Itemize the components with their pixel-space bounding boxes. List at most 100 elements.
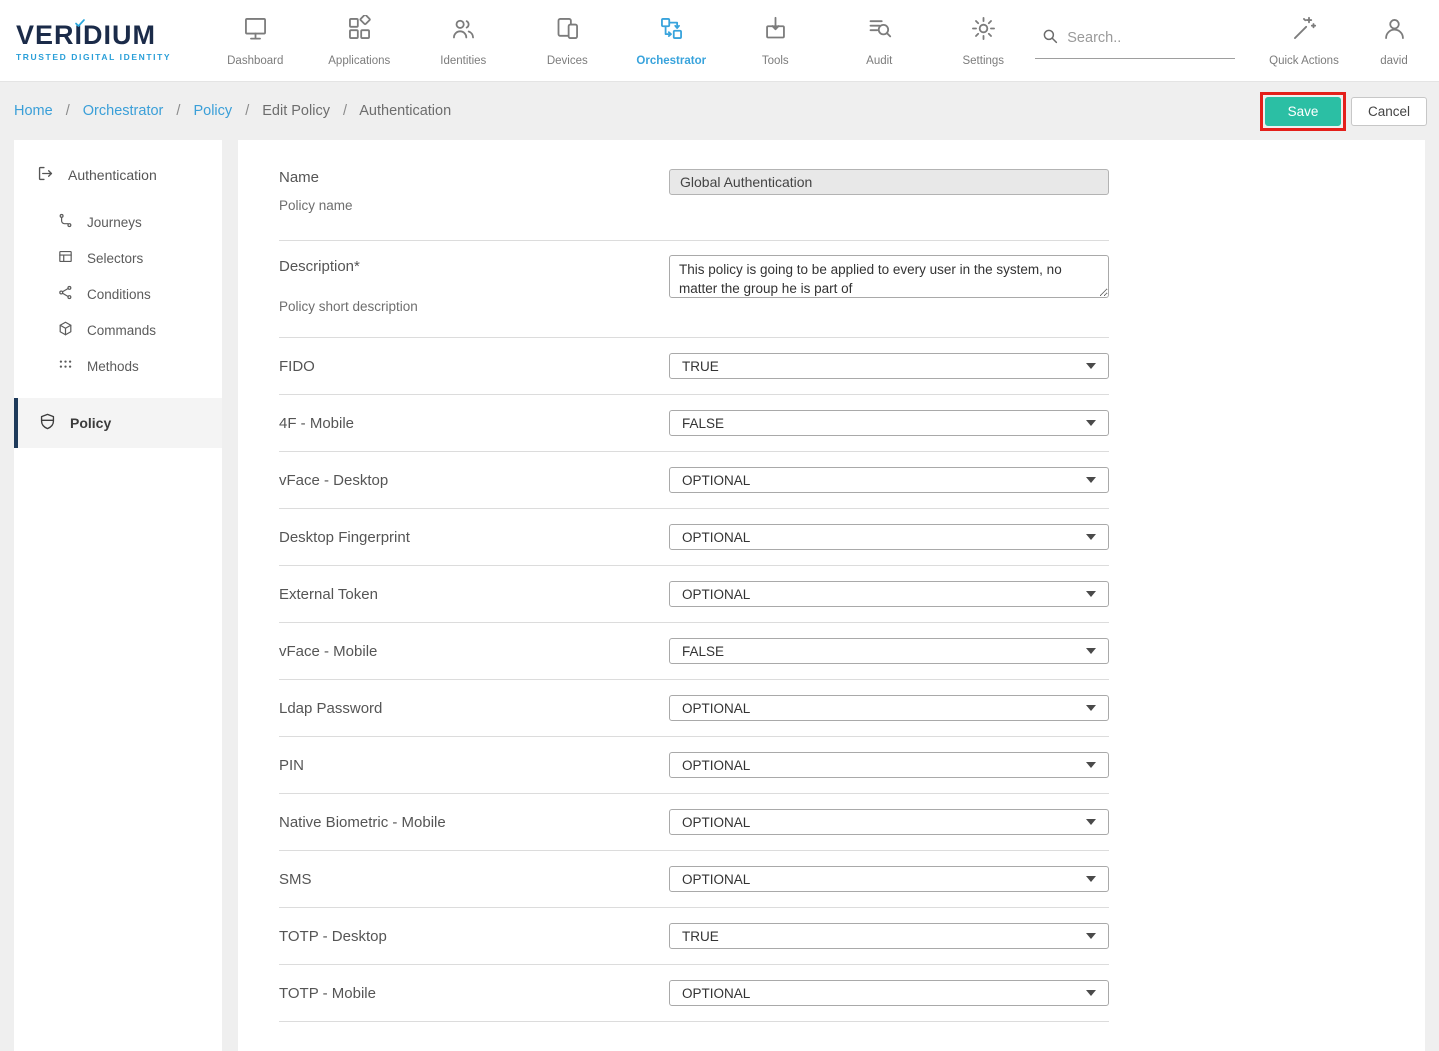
sidebar-item-label: Policy [70, 415, 111, 431]
divider [279, 1021, 1109, 1022]
form-row-name: Name Policy name [279, 169, 1109, 240]
nav-label: Orchestrator [636, 55, 706, 67]
4f-mobile-select[interactable]: FALSE [669, 410, 1109, 436]
form-row-desktop-fingerprint: Desktop Fingerprint OPTIONAL [279, 509, 1109, 565]
field-label: TOTP - Mobile [279, 985, 669, 1002]
nav-item-identities[interactable]: Identities [411, 0, 515, 81]
form-row-4f-mobile: 4F - Mobile FALSE [279, 395, 1109, 451]
vface-mobile-select[interactable]: FALSE [669, 638, 1109, 664]
grid-icon [346, 15, 373, 47]
nav-item-orchestrator[interactable]: Orchestrator [619, 0, 723, 81]
dots-icon [57, 356, 74, 376]
policy-name-input[interactable] [669, 169, 1109, 195]
select-value: FALSE [682, 416, 724, 431]
chevron-down-icon [1086, 705, 1096, 711]
chevron-down-icon [1086, 363, 1096, 369]
breadcrumb-orchestrator[interactable]: Orchestrator [83, 103, 164, 119]
form-row-totp-desktop: TOTP - Desktop TRUE [279, 908, 1109, 964]
sidebar: Authentication Journeys Selectors Condit… [14, 140, 222, 1051]
brand-logo[interactable]: VERIDIUM TRUSTED DIGITAL IDENTITY [0, 0, 203, 81]
nav-item-applications[interactable]: Applications [307, 0, 411, 81]
nav-label: Identities [440, 55, 486, 67]
select-value: TRUE [682, 929, 719, 944]
form-row-ldap-password: Ldap Password OPTIONAL [279, 680, 1109, 736]
nav-item-dashboard[interactable]: Dashboard [203, 0, 307, 81]
brand-tagline: TRUSTED DIGITAL IDENTITY [16, 52, 203, 62]
nav-item-tools[interactable]: Tools [723, 0, 827, 81]
sidebar-item-policy[interactable]: Policy [14, 398, 222, 448]
form-row-sms: SMS OPTIONAL [279, 851, 1109, 907]
field-label: vFace - Mobile [279, 643, 669, 660]
nav-label: Applications [328, 55, 390, 67]
external-token-select[interactable]: OPTIONAL [669, 581, 1109, 607]
native-biometric-mobile-select[interactable]: OPTIONAL [669, 809, 1109, 835]
description-sublabel: Policy short description [279, 299, 669, 314]
breadcrumb-home[interactable]: Home [14, 103, 53, 119]
sidebar-item-authentication[interactable]: Authentication [14, 154, 222, 196]
nav-label: Tools [762, 55, 789, 67]
user-avatar-icon [1381, 15, 1408, 47]
nav-item-audit[interactable]: Audit [827, 0, 931, 81]
gear-icon [970, 15, 997, 47]
breadcrumb-policy[interactable]: Policy [193, 103, 232, 119]
sms-select[interactable]: OPTIONAL [669, 866, 1109, 892]
ldap-password-select[interactable]: OPTIONAL [669, 695, 1109, 721]
desktop-fingerprint-select[interactable]: OPTIONAL [669, 524, 1109, 550]
form-row-native-biometric-mobile: Native Biometric - Mobile OPTIONAL [279, 794, 1109, 850]
select-value: FALSE [682, 644, 724, 659]
description-label: Description* [279, 258, 669, 275]
cancel-button[interactable]: Cancel [1351, 97, 1427, 126]
sidebar-item-label: Authentication [68, 167, 157, 183]
sidebar-item-selectors[interactable]: Selectors [14, 240, 222, 276]
select-value: OPTIONAL [682, 530, 750, 545]
totp-desktop-select[interactable]: TRUE [669, 923, 1109, 949]
field-label: PIN [279, 757, 669, 774]
pin-select[interactable]: OPTIONAL [669, 752, 1109, 778]
field-label: SMS [279, 871, 669, 888]
field-label: 4F - Mobile [279, 415, 669, 432]
audit-icon [866, 15, 893, 47]
name-label: Name [279, 169, 669, 186]
totp-mobile-select[interactable]: OPTIONAL [669, 980, 1109, 1006]
save-button[interactable]: Save [1265, 97, 1341, 126]
quick-actions-button[interactable]: Quick Actions [1259, 0, 1349, 81]
field-label: TOTP - Desktop [279, 928, 669, 945]
sidebar-item-journeys[interactable]: Journeys [14, 204, 222, 240]
field-label: Ldap Password [279, 700, 669, 717]
devices-icon [554, 15, 581, 47]
nav-label: Audit [866, 55, 892, 67]
sidebar-item-methods[interactable]: Methods [14, 348, 222, 384]
chevron-down-icon [1086, 477, 1096, 483]
chevron-down-icon [1086, 591, 1096, 597]
breadcrumb-edit-policy: Edit Policy [262, 103, 330, 119]
sidebar-item-label: Commands [87, 323, 156, 338]
policy-description-textarea[interactable]: This policy is going to be applied to ev… [669, 255, 1109, 298]
chevron-down-icon [1086, 990, 1096, 996]
field-label: vFace - Desktop [279, 472, 669, 489]
fido-select[interactable]: TRUE [669, 353, 1109, 379]
search-icon [1041, 27, 1059, 50]
table-icon [57, 248, 74, 268]
name-sublabel: Policy name [279, 198, 669, 213]
sidebar-item-conditions[interactable]: Conditions [14, 276, 222, 312]
chevron-down-icon [1086, 534, 1096, 540]
breadcrumb: Home / Orchestrator / Policy / Edit Poli… [14, 103, 451, 119]
quick-actions-label: Quick Actions [1269, 55, 1339, 67]
search-input[interactable] [1067, 30, 1227, 46]
branch-icon [57, 284, 74, 304]
field-label: Native Biometric - Mobile [279, 814, 669, 831]
chevron-down-icon [1086, 876, 1096, 882]
nav-item-devices[interactable]: Devices [515, 0, 619, 81]
user-name-label: david [1380, 55, 1408, 67]
user-menu[interactable]: david [1349, 0, 1439, 81]
nav-item-settings[interactable]: Settings [931, 0, 1035, 81]
global-search [1035, 23, 1235, 59]
select-value: TRUE [682, 359, 719, 374]
chevron-down-icon [1086, 819, 1096, 825]
breadcrumb-bar: Home / Orchestrator / Policy / Edit Poli… [0, 82, 1439, 140]
sidebar-item-commands[interactable]: Commands [14, 312, 222, 348]
form-row-totp-mobile: TOTP - Mobile OPTIONAL [279, 965, 1109, 1021]
vface-desktop-select[interactable]: OPTIONAL [669, 467, 1109, 493]
nav-label: Settings [962, 55, 1004, 67]
nav-label: Devices [547, 55, 588, 67]
